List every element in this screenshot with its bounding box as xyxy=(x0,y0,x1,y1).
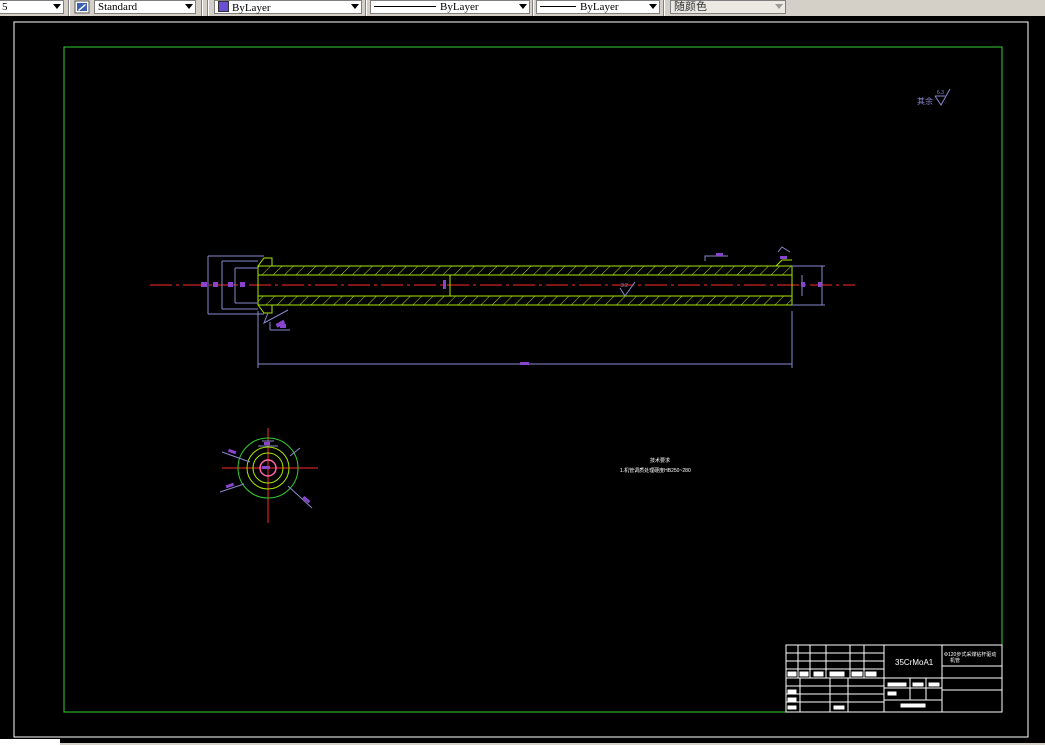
lineweight-preview xyxy=(540,6,576,7)
dim-marker xyxy=(227,448,237,455)
text-style-combo[interactable]: Standard xyxy=(94,0,196,14)
shaft-wall-top xyxy=(257,265,793,276)
roughness-mid-value: 3.2 xyxy=(621,283,628,289)
command-line-edge xyxy=(0,739,60,745)
toolbar-separator xyxy=(532,0,534,16)
lineweight-value: ByLayer xyxy=(580,1,619,13)
dim-marker xyxy=(716,253,723,256)
toolbar-separator xyxy=(201,0,203,16)
color-swatch xyxy=(218,1,229,12)
dim-marker xyxy=(801,282,805,287)
sheet-outer-frame xyxy=(13,21,1029,738)
dim-marker xyxy=(818,282,822,287)
color-combo[interactable]: ByLayer xyxy=(214,0,362,14)
tech-req-line1: 1.机管调质处理硬度HB250~280 xyxy=(620,467,691,474)
roughness-label: 其余 xyxy=(917,96,933,106)
chevron-down-icon[interactable] xyxy=(649,4,657,9)
dim-marker xyxy=(443,280,446,289)
shaft-wall-bottom xyxy=(257,295,793,306)
dim-marker xyxy=(280,324,286,328)
chevron-down-icon[interactable] xyxy=(351,4,359,9)
layer-combo[interactable]: 5 xyxy=(0,0,64,14)
chevron-down-icon[interactable] xyxy=(519,4,527,9)
plot-style-combo[interactable]: 随颜色 xyxy=(670,0,786,14)
linetype-value: ByLayer xyxy=(440,1,479,13)
drawing-canvas[interactable]: 其余 6.3 3.2 技术要求 1.机管调质处理硬度HB250~280 35Cr… xyxy=(0,16,1045,743)
dim-marker xyxy=(213,282,218,287)
linetype-combo[interactable]: ByLayer xyxy=(370,0,530,14)
chevron-down-icon[interactable] xyxy=(775,4,783,9)
dim-marker xyxy=(262,466,270,469)
toolbar-separator xyxy=(365,0,367,16)
color-value: ByLayer xyxy=(232,2,271,14)
dim-marker xyxy=(264,442,270,445)
title-block-material: 35CrMoA1 xyxy=(895,658,934,667)
properties-toolbar: 5 Standard ByLayer ByLayer ByLayer 随颜色 xyxy=(0,0,1045,17)
dim-marker xyxy=(201,282,207,287)
lineweight-combo[interactable]: ByLayer xyxy=(536,0,660,14)
toolbar-separator xyxy=(68,0,70,16)
title-block-name-line1: Φ120步式采煤钻杆驱动 xyxy=(944,651,996,658)
roughness-value: 6.3 xyxy=(937,90,944,96)
dim-marker xyxy=(520,362,529,365)
cad-drawing: 其余 6.3 3.2 技术要求 1.机管调质处理硬度HB250~280 35Cr… xyxy=(13,21,1029,738)
dim-marker xyxy=(228,282,233,287)
title-block-name-line2: 机管 xyxy=(950,657,960,664)
roughness-symbol: 其余 6.3 xyxy=(917,88,951,106)
tech-req-title: 技术要求 xyxy=(650,457,670,464)
linetype-preview xyxy=(374,6,436,7)
shaft-section-view xyxy=(219,428,318,523)
chevron-down-icon[interactable] xyxy=(185,4,193,9)
chevron-down-icon[interactable] xyxy=(53,4,61,9)
technical-requirements: 技术要求 1.机管调质处理硬度HB250~280 xyxy=(620,457,691,474)
dim-marker xyxy=(240,282,245,287)
sheet-inner-border xyxy=(63,46,1003,713)
shaft-main-view: 3.2 xyxy=(150,246,855,368)
text-style-icon[interactable] xyxy=(74,0,90,14)
toolbar-separator xyxy=(207,0,209,16)
toolbar-separator xyxy=(663,0,665,16)
dim-marker xyxy=(780,256,787,259)
